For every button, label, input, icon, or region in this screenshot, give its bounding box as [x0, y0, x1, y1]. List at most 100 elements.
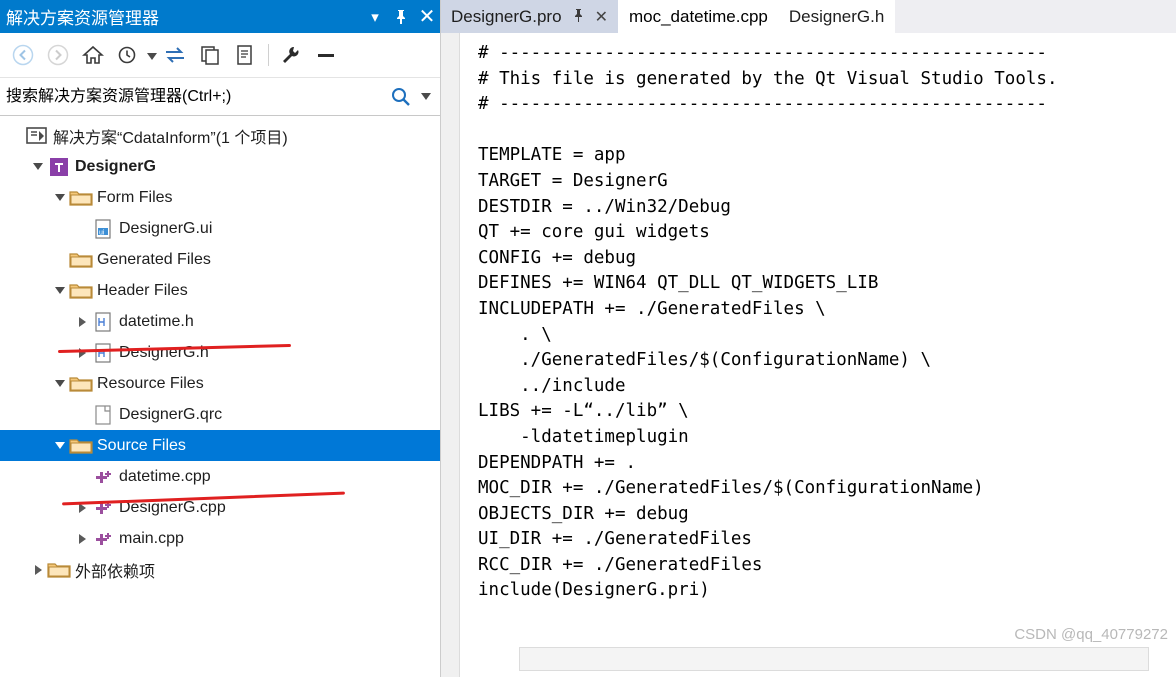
code-line: ../include	[478, 375, 626, 396]
tree-item-datetime.cpp[interactable]: datetime.cpp	[0, 461, 440, 492]
editor-body: # --------------------------------------…	[441, 33, 1176, 677]
solution-explorer-title: 解决方案资源管理器	[6, 9, 159, 28]
tree-item-designerg[interactable]: DesignerG	[0, 151, 440, 182]
project-icon	[46, 151, 72, 182]
solution-icon	[24, 120, 50, 151]
chevron-right-icon[interactable]	[74, 492, 90, 523]
code-line: DEPENDPATH += .	[478, 452, 637, 473]
pending-changes-caret-icon[interactable]	[146, 39, 158, 72]
ui-file-icon: ui	[90, 213, 116, 244]
editor-gutter	[441, 33, 460, 677]
tree-item--cdatainform-1-[interactable]: 解决方案“CdataInform”(1 个项目)	[0, 120, 440, 151]
editor-tab-label: DesignerG.pro	[451, 6, 562, 26]
folder-icon	[68, 275, 94, 306]
folder-icon	[46, 554, 72, 585]
code-line: RCC_DIR += ./GeneratedFiles	[478, 554, 763, 575]
tree-item-resource-files[interactable]: Resource Files	[0, 368, 440, 399]
code-line: . \	[478, 324, 552, 345]
editor-tab-designerg-h[interactable]: DesignerG.h	[778, 0, 896, 33]
collapse-button[interactable]	[309, 39, 342, 72]
code-line: -ldatetimeplugin	[478, 426, 689, 447]
folder-icon	[68, 430, 94, 461]
tree-item-label: 外部依赖项	[75, 563, 156, 581]
sync-button[interactable]	[158, 39, 191, 72]
code-line: # --------------------------------------…	[478, 43, 1047, 63]
pending-changes-button[interactable]	[111, 39, 144, 72]
code-line: # This file is generated by the Qt Visua…	[478, 68, 1058, 89]
code-line: MOC_DIR += ./GeneratedFiles/$(Configurat…	[478, 478, 984, 499]
svg-text:ui: ui	[99, 229, 105, 236]
cpp-file-icon	[90, 461, 116, 492]
editor-pane: DesignerG.pro ✕ moc_datetime.cpp DesignerG.…	[441, 0, 1176, 677]
folder-icon	[68, 244, 94, 275]
code-content[interactable]: # --------------------------------------…	[478, 33, 1176, 677]
code-line: TARGET = DesignerG	[478, 170, 668, 191]
chevron-right-icon[interactable]	[30, 554, 46, 585]
folder-icon	[68, 368, 94, 399]
chevron-down-icon[interactable]	[52, 430, 68, 461]
search-chevron-down-icon[interactable]	[418, 93, 440, 100]
properties-button[interactable]	[228, 39, 261, 72]
chevron-down-icon[interactable]	[52, 275, 68, 306]
forward-button[interactable]	[41, 39, 74, 72]
back-button[interactable]	[6, 39, 39, 72]
tree-item-designerg.ui[interactable]: ui DesignerG.ui	[0, 213, 440, 244]
tree-item-main.cpp[interactable]: main.cpp	[0, 523, 440, 554]
editor-margin	[460, 33, 478, 677]
editor-tabstrip: DesignerG.pro ✕ moc_datetime.cpp DesignerG.…	[441, 0, 1176, 33]
editor-tab-moc-datetime-cpp[interactable]: moc_datetime.cpp	[618, 0, 779, 33]
folder-icon	[68, 182, 94, 213]
toolbar-separator	[268, 44, 269, 66]
search-input[interactable]	[0, 86, 384, 107]
magnifier-icon[interactable]	[384, 86, 418, 108]
tree-item-label: Generated Files	[97, 250, 211, 268]
chevron-right-icon[interactable]	[74, 523, 90, 554]
pin-icon[interactable]	[572, 8, 585, 25]
chevron-down-icon[interactable]	[52, 182, 68, 213]
tree-item-datetime.h[interactable]: datetime.h	[0, 306, 440, 337]
code-line: DEFINES += WIN64 QT_DLL QT_WIDGETS_LIB	[478, 273, 879, 294]
editor-tab-label: moc_datetime.cpp	[628, 6, 768, 26]
chevron-down-icon[interactable]: ▾	[362, 2, 388, 32]
tree-item-label: Header Files	[97, 281, 188, 299]
tree-item-form-files[interactable]: Form Files	[0, 182, 440, 213]
tree-item-label: datetime.h	[119, 312, 194, 330]
tree-item-header-files[interactable]: Header Files	[0, 275, 440, 306]
tree-item-label: Source Files	[97, 436, 186, 454]
code-line: QT += core gui widgets	[478, 222, 710, 243]
tree-item-label: 解决方案“CdataInform”(1 个项目)	[53, 129, 288, 147]
h-file-icon	[90, 306, 116, 337]
home-button[interactable]	[76, 39, 109, 72]
pin-icon[interactable]	[388, 2, 414, 32]
cpp-file-icon	[90, 523, 116, 554]
chevron-down-icon[interactable]	[52, 368, 68, 399]
solution-explorer-pane: 解决方案资源管理器 ▾ ✕ 搜索解决方案资源管理器(Ctrl+;) 解决方案“C…	[0, 0, 441, 677]
settings-button[interactable]	[274, 39, 307, 72]
tree-item-generated-files[interactable]: Generated Files	[0, 244, 440, 275]
code-line: include(DesignerG.pri)	[478, 580, 710, 601]
close-icon[interactable]: ✕	[595, 7, 608, 27]
tree-item-label: Form Files	[97, 188, 173, 206]
cpp-file-icon	[90, 492, 116, 523]
code-line: LIBS += -L“../lib” \	[478, 401, 689, 422]
chevron-down-icon[interactable]	[30, 151, 46, 182]
show-all-files-button[interactable]	[193, 39, 226, 72]
chevron-right-icon[interactable]	[74, 306, 90, 337]
code-line: TEMPLATE = app	[478, 145, 626, 166]
tree-item-source-files[interactable]: Source Files	[0, 430, 440, 461]
tree-item-label: datetime.cpp	[119, 467, 211, 485]
editor-tab-designerg-pro[interactable]: DesignerG.pro ✕	[441, 0, 619, 33]
tree-item--[interactable]: 外部依赖项	[0, 554, 440, 585]
code-line: INCLUDEPATH += ./GeneratedFiles \	[478, 298, 826, 319]
h-file-icon	[90, 337, 116, 368]
watermark-text: CSDN @qq_40779272	[1014, 626, 1168, 643]
tree-item-designerg.qrc[interactable]: DesignerG.qrc	[0, 399, 440, 430]
code-line: ./GeneratedFiles/$(ConfigurationName) \	[478, 350, 932, 371]
close-icon[interactable]: ✕	[414, 2, 440, 32]
tree-item-label: main.cpp	[119, 529, 184, 547]
editor-find-box[interactable]	[519, 647, 1149, 671]
